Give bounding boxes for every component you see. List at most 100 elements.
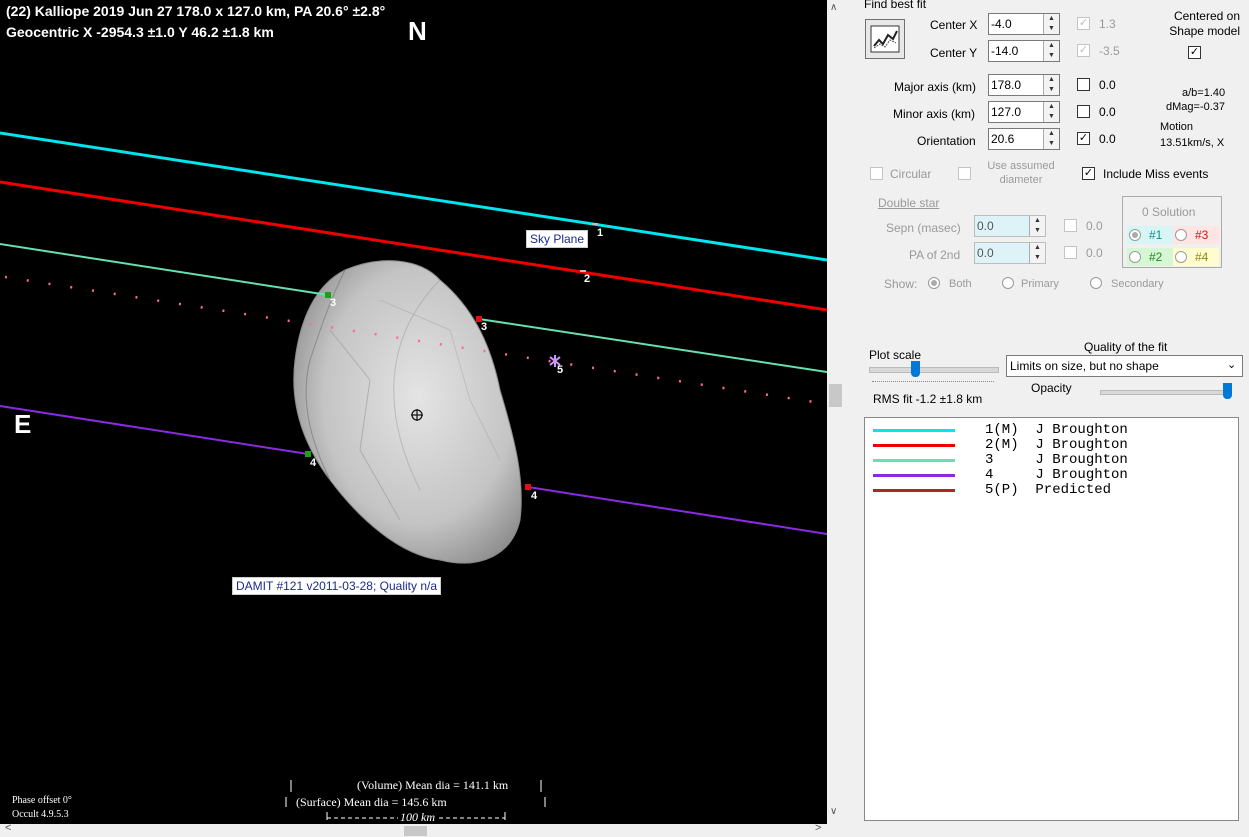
pa-of-second-spinner[interactable]: 0.0 ▲ ▼	[974, 242, 1046, 264]
solution-title: 0 Solution	[1142, 205, 1196, 219]
major-axis-uncertainty: 0.0	[1099, 78, 1116, 92]
solution-2-option[interactable]: #2	[1127, 248, 1173, 266]
chord-label-1: 1	[597, 227, 604, 239]
phase-offset: Phase offset 0°	[12, 795, 72, 806]
spin-up-icon[interactable]: ▲	[1044, 102, 1059, 112]
scroll-right-icon[interactable]: >	[815, 822, 821, 834]
occultation-plot[interactable]: (22) Kalliope 2019 Jun 27 178.0 x 127.0 …	[0, 0, 827, 824]
center-x-spinner[interactable]: -4.0 ▲ ▼	[988, 13, 1060, 35]
spin-down-icon[interactable]: ▼	[1044, 139, 1059, 149]
center-x-label: Center X	[930, 18, 978, 32]
spin-up-icon[interactable]: ▲	[1030, 243, 1045, 253]
plot-scale-thumb[interactable]	[911, 361, 920, 377]
opacity-slider[interactable]	[1100, 390, 1232, 395]
show-primary-radio[interactable]	[1002, 277, 1014, 289]
fit-chart-icon	[870, 25, 900, 53]
solution-1-option[interactable]: #1	[1127, 226, 1173, 244]
volume-mean-dia: (Volume) Mean dia = 141.1 km	[357, 778, 509, 792]
use-assumed-diameter-checkbox[interactable]	[958, 167, 971, 180]
orientation-spinner[interactable]: 20.6 ▲ ▼	[988, 128, 1060, 150]
show-secondary-radio[interactable]	[1090, 277, 1102, 289]
plot-horizontal-scrollbar[interactable]: < >	[0, 822, 844, 837]
spin-up-icon[interactable]: ▲	[1030, 216, 1045, 226]
centered-on-shape-model-label: Centered on Shape model	[1169, 9, 1240, 38]
chord-legend-list[interactable]: 1(M) J Broughton 2(M) J Broughton 3 J Br…	[864, 417, 1239, 821]
center-x-uncertainty: 1.3	[1099, 17, 1116, 31]
scroll-left-icon[interactable]: <	[5, 822, 11, 834]
show-both-radio[interactable]	[928, 277, 940, 289]
quality-of-fit-label: Quality of the fit	[1084, 340, 1168, 354]
minor-axis-uncertainty: 0.0	[1099, 105, 1116, 119]
spin-up-icon[interactable]: ▲	[1044, 14, 1059, 24]
separation-spinner[interactable]: 0.0 ▲ ▼	[974, 215, 1046, 237]
circular-checkbox[interactable]	[870, 167, 883, 180]
asteroid-shape-model	[293, 260, 522, 564]
plot-vertical-scrollbar[interactable]: ∧ ∨	[827, 0, 844, 824]
motion-value: 13.51km/s, X	[1160, 137, 1225, 149]
occult-version: Occult 4.9.5.3	[12, 809, 69, 820]
center-y-label: Center Y	[930, 46, 978, 60]
north-label: N	[408, 16, 427, 46]
orientation-label: Orientation	[917, 134, 976, 148]
show-secondary-label: Secondary	[1111, 278, 1164, 290]
plot-canvas	[0, 131, 827, 820]
chord-label-2: 2	[584, 273, 591, 285]
orientation-fit-checkbox[interactable]: ✓	[1077, 132, 1090, 145]
chord-4-line-right	[527, 486, 827, 535]
pa-of-second-fit-checkbox[interactable]	[1064, 246, 1077, 259]
spin-up-icon[interactable]: ▲	[1044, 75, 1059, 85]
minor-axis-label: Minor axis (km)	[893, 107, 976, 121]
orientation-uncertainty: 0.0	[1099, 132, 1116, 146]
spin-down-icon[interactable]: ▼	[1044, 51, 1059, 61]
chord-label-3a: 3	[330, 297, 337, 309]
opacity-thumb[interactable]	[1223, 383, 1232, 399]
scroll-down-icon[interactable]: ∨	[830, 806, 837, 817]
chord-3-line-left	[0, 243, 329, 296]
vertical-scroll-thumb[interactable]	[829, 384, 842, 407]
minor-axis-spinner[interactable]: 127.0 ▲ ▼	[988, 101, 1060, 123]
delta-magnitude: dMag=-0.37	[1166, 101, 1226, 113]
major-axis-spinner[interactable]: 178.0 ▲ ▼	[988, 74, 1060, 96]
axis-ratio: a/b=1.40	[1182, 87, 1226, 99]
find-best-fit-button[interactable]	[865, 19, 905, 59]
plot-scale-slider[interactable]	[869, 367, 999, 373]
chord-label-4a: 4	[310, 457, 317, 469]
solution-4-option[interactable]: #4	[1173, 248, 1219, 266]
spin-down-icon[interactable]: ▼	[1044, 85, 1059, 95]
spin-down-icon[interactable]: ▼	[1030, 226, 1045, 236]
centered-on-shape-model-checkbox[interactable]: ✓	[1188, 46, 1201, 59]
quality-of-fit-dropdown[interactable]: Limits on size, but no shape ⌄	[1006, 355, 1243, 377]
chord-3-line-right	[478, 318, 827, 373]
center-x-fit-checkbox[interactable]: ✓	[1077, 17, 1090, 30]
sky-plane-label: Sky Plane	[526, 230, 589, 248]
chord-4-line-left	[0, 405, 309, 455]
chord-label-5: 5	[557, 364, 564, 376]
spin-down-icon[interactable]: ▼	[1044, 24, 1059, 34]
horizontal-scroll-thumb[interactable]	[404, 826, 427, 836]
center-y-fit-checkbox[interactable]: ✓	[1077, 44, 1090, 57]
spin-up-icon[interactable]: ▲	[1044, 129, 1059, 139]
spin-down-icon[interactable]: ▼	[1044, 112, 1059, 122]
motion-label: Motion	[1160, 121, 1194, 133]
chord-1-line	[0, 131, 827, 262]
shape-model-label: DAMIT #121 v2011-03-28; Quality n/a	[232, 577, 441, 595]
chevron-down-icon: ⌄	[1227, 359, 1237, 371]
spin-down-icon[interactable]: ▼	[1030, 253, 1045, 263]
separation-label: Sepn (masec)	[886, 221, 961, 235]
chord-label-3b: 3	[481, 321, 488, 333]
scroll-up-icon[interactable]: ∧	[830, 2, 837, 13]
double-star-label: Double star	[878, 196, 940, 210]
separation-fit-checkbox[interactable]	[1064, 219, 1077, 232]
chord-label-4b: 4	[531, 490, 538, 502]
major-axis-fit-checkbox[interactable]	[1077, 78, 1090, 91]
spin-up-icon[interactable]: ▲	[1044, 41, 1059, 51]
solution-group: 0 Solution #1 #3 #2 #4	[1122, 196, 1222, 268]
center-y-spinner[interactable]: -14.0 ▲ ▼	[988, 40, 1060, 62]
solution-3-option[interactable]: #3	[1173, 226, 1219, 244]
minor-axis-fit-checkbox[interactable]	[1077, 105, 1090, 118]
plot-title-line2: Geocentric X -2954.3 ±1.0 Y 46.2 ±1.8 km	[6, 24, 274, 40]
scale-bar-label: 100 km	[398, 810, 437, 824]
circular-label: Circular	[890, 167, 932, 181]
use-assumed-diameter-label: Use assumed diameter	[987, 160, 1055, 186]
include-miss-events-checkbox[interactable]: ✓	[1082, 167, 1095, 180]
